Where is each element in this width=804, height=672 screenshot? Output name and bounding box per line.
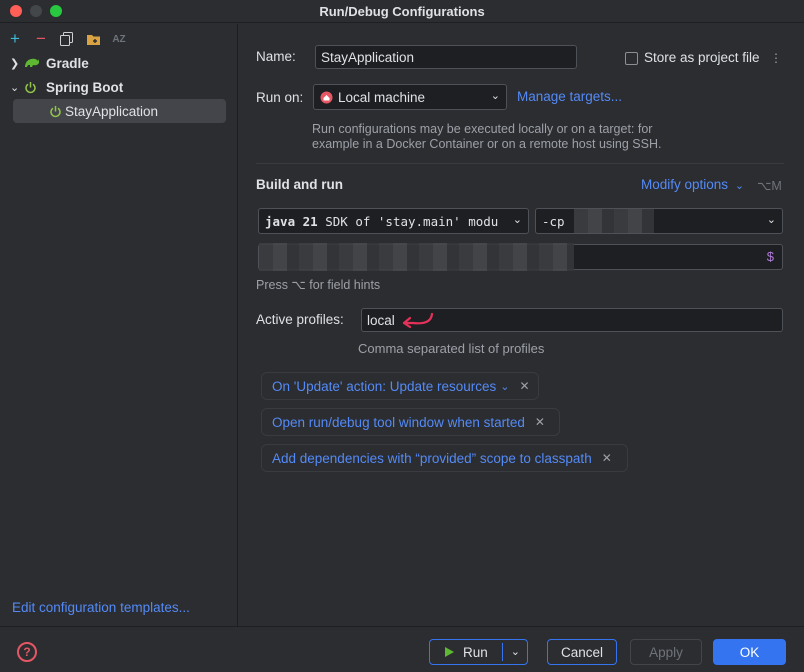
home-icon — [320, 91, 333, 104]
redacted-classpath — [574, 209, 654, 233]
divider — [502, 643, 503, 661]
tree-item-label: Spring Boot — [46, 79, 124, 95]
chip-label: Add dependencies with “provided” scope t… — [272, 450, 592, 466]
modify-options-link[interactable]: Modify options ⌄ — [641, 177, 744, 192]
chevron-down-icon: ⌄ — [766, 214, 776, 226]
active-profiles-input[interactable]: local — [361, 308, 783, 332]
run-on-label: Run on: — [256, 90, 304, 105]
store-as-project-file-checkbox[interactable] — [625, 52, 638, 65]
active-profiles-label: Active profiles: — [256, 312, 344, 327]
classpath-prefix: -cp — [542, 213, 565, 229]
run-button[interactable]: Run ⌄ — [429, 639, 528, 665]
title-bar: Run/Debug Configurations — [0, 0, 804, 23]
minus-icon[interactable]: − — [32, 29, 50, 48]
tree-item-label: StayApplication — [65, 104, 159, 119]
tree-item-gradle[interactable]: ❯ Gradle — [10, 52, 89, 74]
tree-item-label: Gradle — [46, 55, 89, 71]
tree-item-spring-boot[interactable]: ⌄ Spring Boot — [10, 76, 123, 98]
gradle-icon — [24, 55, 42, 71]
ok-button[interactable]: OK — [713, 639, 786, 665]
run-on-value: Local machine — [338, 89, 426, 105]
apply-button[interactable]: Apply — [630, 639, 702, 665]
active-profiles-value: local — [367, 312, 395, 328]
window-title: Run/Debug Configurations — [319, 4, 485, 19]
manage-targets-link[interactable]: Manage targets... — [517, 89, 622, 104]
classpath-select[interactable]: -cp ⌄ — [535, 208, 783, 234]
jdk-select[interactable]: java 21 SDK of 'stay.main' modu ⌄ — [258, 208, 529, 234]
plus-icon[interactable]: + — [6, 29, 24, 48]
profiles-hint: Comma separated list of profiles — [358, 341, 545, 356]
jdk-version: java 21 — [265, 213, 318, 229]
close-icon[interactable]: ✕ — [602, 451, 612, 465]
chevron-down-icon[interactable]: ⌄ — [511, 645, 520, 658]
modify-options-shortcut: ⌥M — [757, 179, 782, 193]
configurations-tree-pane: + − AZ ❯ Gradle ⌄ Spring Boot StayApplic… — [0, 24, 238, 626]
edit-configuration-templates-link[interactable]: Edit configuration templates... — [12, 600, 190, 615]
tree-toolbar: + − AZ — [6, 29, 128, 49]
modify-options-label: Modify options — [641, 177, 729, 192]
redacted-main-class — [259, 243, 574, 271]
jdk-description: SDK of 'stay.main' modu — [317, 213, 499, 229]
copy-icon[interactable] — [58, 30, 76, 48]
more-options-icon[interactable]: ⋮ — [770, 51, 782, 65]
main-class-input[interactable]: $ — [258, 243, 783, 271]
run-on-hint-line-2: example in a Docker Container or on a re… — [312, 137, 662, 151]
field-hints: Press ⌥ for field hints — [256, 278, 381, 292]
dialog-button-bar: ? Run ⌄ Cancel Apply OK — [0, 626, 804, 672]
tree-item-stay-application[interactable]: StayApplication — [13, 99, 226, 123]
sort-icon[interactable]: AZ — [110, 30, 128, 48]
dollar-icon[interactable]: $ — [767, 249, 774, 264]
play-icon — [444, 646, 455, 658]
close-icon[interactable]: ✕ — [520, 379, 530, 393]
help-button[interactable]: ? — [17, 642, 37, 662]
name-input[interactable]: StayApplication — [315, 45, 577, 69]
chip-label: Open run/debug tool window when started — [272, 414, 525, 430]
run-label: Run — [463, 644, 488, 660]
run-on-select[interactable]: Local machine ⌄ — [313, 84, 507, 110]
chip-provided-scope[interactable]: Add dependencies with “provided” scope t… — [261, 444, 628, 472]
chevron-down-icon[interactable]: ⌄ — [500, 380, 509, 393]
divider — [256, 163, 784, 164]
chevron-down-icon[interactable]: ⌄ — [10, 81, 24, 94]
power-icon — [49, 105, 65, 118]
chevron-down-icon: ⌄ — [512, 214, 522, 226]
chip-update-action[interactable]: On 'Update' action: Update resources ⌄ ✕ — [261, 372, 539, 400]
power-icon — [24, 81, 42, 94]
store-as-project-file-label: Store as project file — [644, 50, 760, 65]
chevron-down-icon: ⌄ — [734, 180, 745, 192]
chip-label: On 'Update' action: Update resources — [272, 378, 497, 394]
configuration-editor: Name: StayApplication Store as project f… — [239, 24, 804, 626]
close-icon[interactable]: ✕ — [535, 415, 545, 429]
build-and-run-title: Build and run — [256, 177, 343, 192]
chip-open-tool-window[interactable]: Open run/debug tool window when started … — [261, 408, 560, 436]
new-folder-icon[interactable] — [84, 30, 102, 48]
cancel-button[interactable]: Cancel — [547, 639, 617, 665]
run-on-hint-line-1: Run configurations may be executed local… — [312, 122, 653, 136]
chevron-right-icon[interactable]: ❯ — [10, 57, 24, 70]
name-label: Name: — [256, 49, 296, 64]
annotation-arrow-icon — [401, 311, 435, 329]
chevron-down-icon: ⌄ — [490, 90, 500, 102]
